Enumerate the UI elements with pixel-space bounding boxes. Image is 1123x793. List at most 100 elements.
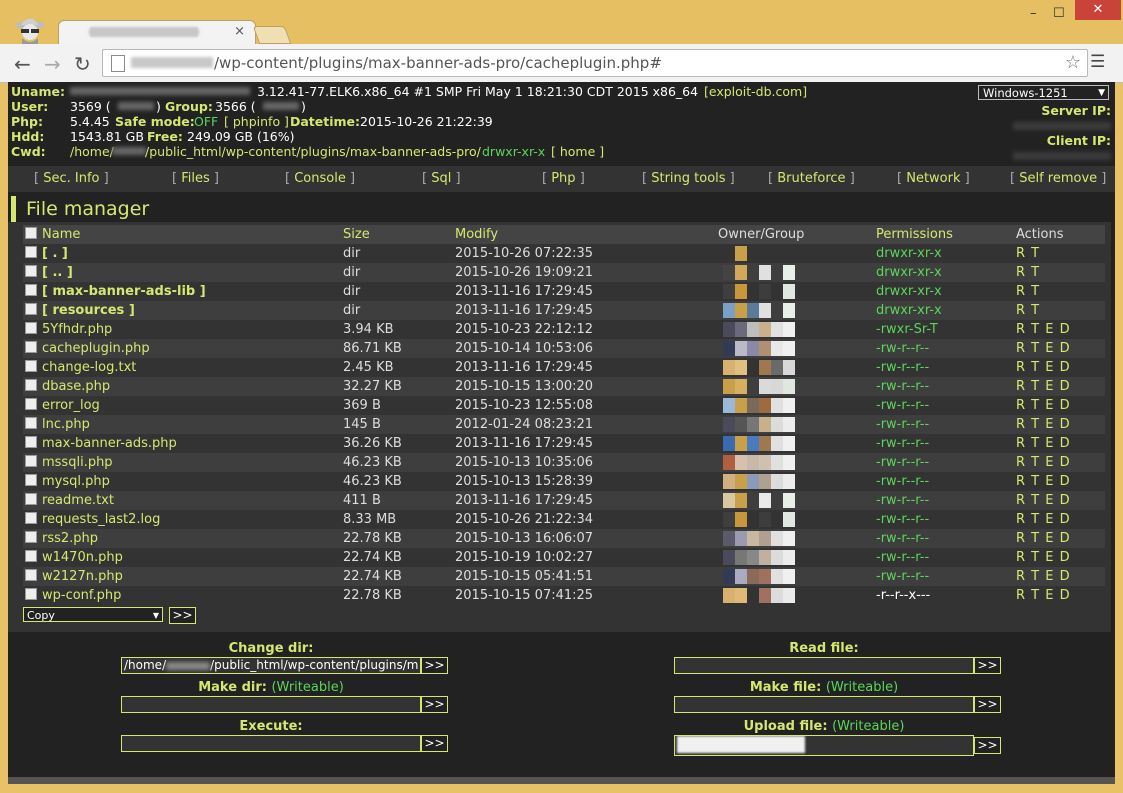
file-name-cell[interactable]: mysql.php xyxy=(23,472,343,491)
row-checkbox[interactable] xyxy=(25,341,37,353)
row-checkbox[interactable] xyxy=(25,322,37,334)
table-row[interactable]: lnc.php 145 B 2012-01-24 08:23:21 -rw-r--r-… xyxy=(23,415,1105,434)
forward-icon[interactable]: → xyxy=(44,52,61,76)
file-name-link[interactable]: w1470n.php xyxy=(42,550,123,565)
make-dir-go-button[interactable]: >> xyxy=(421,696,448,713)
make-dir-input[interactable] xyxy=(121,696,421,713)
new-tab-button[interactable] xyxy=(252,26,292,44)
file-permissions[interactable]: -rw-r--r-- xyxy=(876,358,1016,377)
file-name-cell[interactable]: w1470n.php xyxy=(23,548,343,567)
encoding-select[interactable]: Windows-1251 ▼ xyxy=(978,85,1109,100)
file-name-cell[interactable]: rss2.php xyxy=(23,529,343,548)
file-actions[interactable]: R T E D xyxy=(1016,510,1105,529)
table-row[interactable]: rss2.php 22.78 KB 2015-10-13 16:06:07 -rw-r… xyxy=(23,529,1105,548)
row-checkbox[interactable] xyxy=(25,493,37,505)
reload-icon[interactable]: ↻ xyxy=(74,52,91,76)
menu-self-remove[interactable]: [ Self remove ] xyxy=(1010,171,1106,186)
file-name-cell[interactable]: cacheplugin.php xyxy=(23,339,343,358)
upload-file-go-button[interactable]: >> xyxy=(974,737,1001,754)
file-actions[interactable]: R T xyxy=(1016,244,1105,263)
row-checkbox[interactable] xyxy=(25,417,37,429)
row-checkbox[interactable] xyxy=(25,455,37,467)
menu-files[interactable]: [ Files ] xyxy=(172,171,219,186)
row-checkbox[interactable] xyxy=(25,303,37,315)
upload-file-input[interactable] xyxy=(674,735,974,756)
table-row[interactable]: dbase.php 32.27 KB 2015-10-15 13:00:20 -rw-… xyxy=(23,377,1105,396)
file-permissions[interactable]: -rw-r--r-- xyxy=(876,510,1016,529)
file-permissions[interactable]: -rw-r--r-- xyxy=(876,339,1016,358)
file-name-link[interactable]: [ resources ] xyxy=(42,303,135,318)
column-permissions[interactable]: Permissions xyxy=(876,225,1016,244)
file-actions[interactable]: R T E D xyxy=(1016,320,1105,339)
browser-menu-icon[interactable]: ☰ xyxy=(1090,52,1105,72)
execute-go-button[interactable]: >> xyxy=(421,735,448,752)
row-checkbox[interactable] xyxy=(25,474,37,486)
file-chooser-redacted[interactable] xyxy=(677,736,805,753)
file-name-cell[interactable]: 5Yfhdr.php xyxy=(23,320,343,339)
tab-close-icon[interactable]: × xyxy=(234,24,245,39)
table-row[interactable]: w1470n.php 22.74 KB 2015-10-19 10:02:27 -rw… xyxy=(23,548,1105,567)
file-actions[interactable]: R T xyxy=(1016,301,1105,320)
file-name-link[interactable]: dbase.php xyxy=(42,379,110,394)
make-file-input[interactable] xyxy=(674,696,974,713)
row-checkbox[interactable] xyxy=(25,588,37,600)
table-row[interactable]: [ max-banner-ads-lib ] dir 2013-11-16 17:2… xyxy=(23,282,1105,301)
file-name-cell[interactable]: max-banner-ads.php xyxy=(23,434,343,453)
make-file-go-button[interactable]: >> xyxy=(974,696,1001,713)
row-checkbox[interactable] xyxy=(25,360,37,372)
file-name-link[interactable]: cacheplugin.php xyxy=(42,341,150,356)
table-row[interactable]: error_log 369 B 2015-10-23 12:55:08 -rw-r--… xyxy=(23,396,1105,415)
file-name-cell[interactable]: [ .. ] xyxy=(23,263,343,282)
column-modify[interactable]: Modify xyxy=(455,225,718,244)
file-name-link[interactable]: w2127n.php xyxy=(42,569,123,584)
table-row[interactable]: mysql.php 46.23 KB 2015-10-13 15:28:39 -rw-… xyxy=(23,472,1105,491)
row-checkbox[interactable] xyxy=(25,284,37,296)
file-name-link[interactable]: lnc.php xyxy=(42,417,90,432)
table-row[interactable]: 5Yfhdr.php 3.94 KB 2015-10-23 22:12:12 -rwx… xyxy=(23,320,1105,339)
read-file-go-button[interactable]: >> xyxy=(974,657,1001,674)
column-size[interactable]: Size xyxy=(343,225,455,244)
file-actions[interactable]: R T E D xyxy=(1016,415,1105,434)
row-checkbox[interactable] xyxy=(25,550,37,562)
file-permissions[interactable]: -rw-r--r-- xyxy=(876,472,1016,491)
file-permissions[interactable]: drwxr-xr-x xyxy=(876,244,1016,263)
file-actions[interactable]: R T E D xyxy=(1016,377,1105,396)
menu-string-tools[interactable]: [ String tools ] xyxy=(642,171,735,186)
file-actions[interactable]: R T E D xyxy=(1016,434,1105,453)
file-actions[interactable]: R T E D xyxy=(1016,529,1105,548)
file-permissions[interactable]: -rwxr-Sr-T xyxy=(876,320,1016,339)
file-name-link[interactable]: requests_last2.log xyxy=(42,512,160,527)
row-checkbox[interactable] xyxy=(25,569,37,581)
file-permissions[interactable]: drwxr-xr-x xyxy=(876,263,1016,282)
file-permissions[interactable]: -rw-r--r-- xyxy=(876,377,1016,396)
file-name-link[interactable]: wp-conf.php xyxy=(42,588,121,603)
menu-sec-info[interactable]: [ Sec. Info ] xyxy=(34,171,109,186)
file-permissions[interactable]: -rw-r--r-- xyxy=(876,415,1016,434)
cwd-prefix[interactable]: /home/ xyxy=(70,144,114,159)
file-name-cell[interactable]: dbase.php xyxy=(23,377,343,396)
file-actions[interactable]: R T E D xyxy=(1016,567,1105,586)
table-row[interactable]: [ . ] dir 2015-10-26 07:22:35 drwxr-xr-x R T xyxy=(23,244,1105,263)
address-bar[interactable]: /wp-content/plugins/max-banner-ads-pro/c… xyxy=(102,49,1088,77)
row-checkbox[interactable] xyxy=(25,436,37,448)
table-row[interactable]: cacheplugin.php 86.71 KB 2015-10-14 10:53:… xyxy=(23,339,1105,358)
file-actions[interactable]: R T E D xyxy=(1016,491,1105,510)
table-row[interactable]: [ .. ] dir 2015-10-26 19:09:21 drwxr-xr-x R … xyxy=(23,263,1105,282)
row-checkbox[interactable] xyxy=(25,531,37,543)
change-dir-go-button[interactable]: >> xyxy=(421,657,448,674)
window-close-icon[interactable]: ✕ xyxy=(1075,0,1121,20)
table-row[interactable]: max-banner-ads.php 36.26 KB 2013-11-16 17:… xyxy=(23,434,1105,453)
file-permissions[interactable]: -r--r--x--- xyxy=(876,586,1016,605)
file-name-cell[interactable]: [ resources ] xyxy=(23,301,343,320)
menu-network[interactable]: [ Network ] xyxy=(897,171,970,186)
file-permissions[interactable]: -rw-r--r-- xyxy=(876,396,1016,415)
file-actions[interactable]: R T E D xyxy=(1016,339,1105,358)
file-name-link[interactable]: readme.txt xyxy=(42,493,114,508)
file-permissions[interactable]: -rw-r--r-- xyxy=(876,453,1016,472)
table-row[interactable]: w2127n.php 22.74 KB 2015-10-15 05:41:51 -rw… xyxy=(23,567,1105,586)
file-name-link[interactable]: max-banner-ads.php xyxy=(42,436,177,451)
file-actions[interactable]: R T E D xyxy=(1016,396,1105,415)
file-name-link[interactable]: rss2.php xyxy=(42,531,98,546)
select-all-checkbox[interactable] xyxy=(25,227,37,239)
file-actions[interactable]: R T E D xyxy=(1016,586,1105,605)
